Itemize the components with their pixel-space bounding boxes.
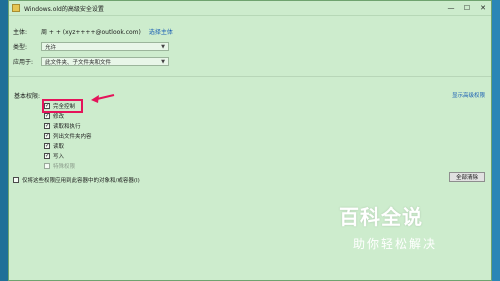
applies-to-selected-value: 此文件夹、子文件夹和文件 [45,59,112,66]
section-divider [9,76,491,77]
list-folder-checkbox[interactable]: ✓ [44,133,50,139]
permission-read-execute[interactable]: ✓ 读取和执行 [44,122,81,130]
principal-row: 主体: 周 + + (xyz++++@outlook.com) 选择主体 [13,27,173,36]
applies-to-row: 应用于: 此文件夹、子文件夹和文件 ▼ [13,57,169,66]
clear-all-button[interactable]: 全部清除 [449,172,485,182]
read-execute-checkbox[interactable]: ✓ [44,123,50,129]
title-bar[interactable]: Windows.old的高级安全设置 — ☐ ✕ [9,1,491,16]
principal-value: 周 + + (xyz++++@outlook.com) [41,29,141,36]
annotation-arrow-icon [91,94,115,103]
permission-label: 修改 [53,114,65,120]
show-advanced-permissions-link[interactable]: 显示高级权限 [452,91,485,99]
maximize-button[interactable]: ☐ [459,1,475,15]
select-principal-link[interactable]: 选择主体 [149,27,173,36]
desktop-background-left [0,0,8,281]
minimize-button[interactable]: — [443,1,459,15]
permission-label: 读取和执行 [53,124,81,130]
watermark-logo: 百科全说 助你轻松解决 [339,201,499,261]
watermark-tagline: 助你轻松解决 [353,237,438,251]
applies-to-label: 应用于: [13,59,34,66]
chevron-down-icon: ▼ [161,59,165,65]
close-button[interactable]: ✕ [475,1,491,15]
watermark-brand-row: 百科全说 [339,201,423,230]
folder-icon [12,4,20,12]
type-label: 类型: [13,44,28,51]
basic-permissions-label: 基本权限: [14,93,41,100]
permission-special: 特殊权限 [44,162,75,170]
apply-only-label: 仅将这些权限应用到此容器中的对象和/或容器(I) [22,178,140,184]
permission-entry-window: Windows.old的高级安全设置 — ☐ ✕ 主体: 周 + + (xyz+… [8,0,492,281]
watermark-brand: 百科全说 [339,205,423,229]
special-permissions-checkbox [44,163,50,169]
apply-only-checkbox[interactable] [13,177,19,183]
chevron-down-icon: ▼ [161,44,165,50]
permission-modify[interactable]: ✓ 修改 [44,112,64,120]
read-checkbox[interactable]: ✓ [44,143,50,149]
permission-write[interactable]: ✓ 写入 [44,152,64,160]
modify-checkbox[interactable]: ✓ [44,113,50,119]
type-row: 类型: 允许 ▼ [13,42,169,51]
permission-read[interactable]: ✓ 读取 [44,142,64,150]
permission-list-folder[interactable]: ✓ 列出文件夹内容 [44,132,92,140]
permission-label: 读取 [53,144,65,150]
annotation-highlight-box [42,99,83,113]
permission-label: 列出文件夹内容 [53,134,92,140]
window-title: Windows.old的高级安全设置 [24,5,104,13]
type-select[interactable]: 允许 ▼ [41,42,169,51]
type-selected-value: 允许 [45,44,57,51]
permission-label: 写入 [53,154,65,160]
applies-to-select[interactable]: 此文件夹、子文件夹和文件 ▼ [41,57,169,66]
write-checkbox[interactable]: ✓ [44,153,50,159]
principal-label: 主体: [13,29,28,36]
apply-only-row[interactable]: 仅将这些权限应用到此容器中的对象和/或容器(I) [13,176,140,184]
permission-label: 特殊权限 [53,164,76,170]
